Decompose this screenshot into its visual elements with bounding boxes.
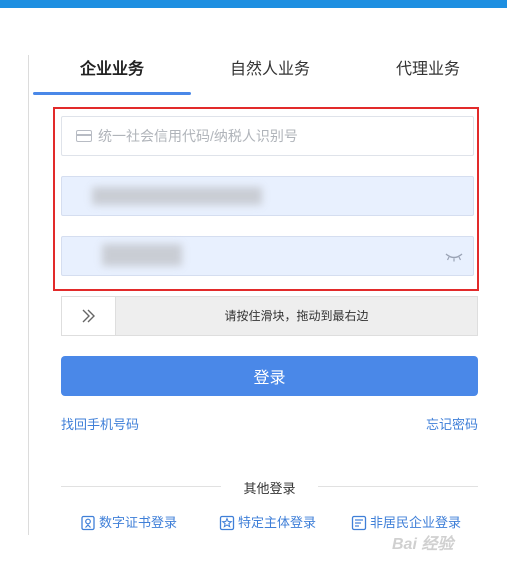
watermark: Bai 经验 xyxy=(392,536,454,553)
slider-instruction: 请按住滑块，拖动到最右边 xyxy=(224,309,369,323)
double-chevron-right-icon xyxy=(82,309,95,323)
star-badge-icon xyxy=(219,515,235,531)
divider-left xyxy=(61,486,221,487)
recover-phone-link[interactable]: 找回手机号码 xyxy=(61,414,139,433)
tab-enterprise[interactable]: 企业业务 xyxy=(33,50,191,92)
slider-handle[interactable] xyxy=(62,297,116,335)
certificate-login-label: 数字证书登录 xyxy=(99,515,178,530)
panel-left-border xyxy=(28,55,29,535)
login-button[interactable]: 登录 xyxy=(61,356,478,396)
other-login-label: 其他登录 xyxy=(243,481,296,496)
tab-individual[interactable]: 自然人业务 xyxy=(191,50,349,92)
id-card-icon xyxy=(351,515,367,531)
login-type-tabs: 企业业务 自然人业务 代理业务 xyxy=(33,50,507,96)
specific-subject-login-label: 特定主体登录 xyxy=(238,515,317,530)
divider-right xyxy=(318,486,478,487)
forgot-password-link[interactable]: 忘记密码 xyxy=(426,414,478,433)
slider-captcha: 请按住滑块，拖动到最右边 xyxy=(61,296,478,336)
tab-agent[interactable]: 代理业务 xyxy=(349,50,507,92)
top-header-strip xyxy=(0,0,507,8)
certificate-icon xyxy=(81,515,95,531)
active-tab-indicator xyxy=(33,92,191,95)
highlight-frame xyxy=(53,107,479,291)
specific-subject-login-link[interactable]: 特定主体登录 xyxy=(219,514,329,532)
certificate-login-link[interactable]: 数字证书登录 xyxy=(80,514,190,532)
